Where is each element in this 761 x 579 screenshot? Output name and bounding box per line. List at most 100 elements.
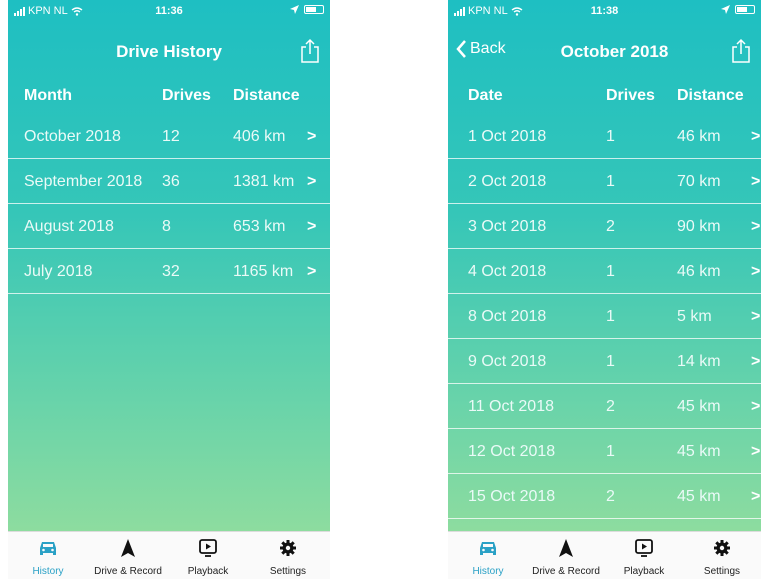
row-drives: 2 (606, 398, 615, 415)
row-distance: 70 km (677, 173, 721, 190)
row-month: October 2018 (24, 128, 121, 145)
location-icon (290, 5, 299, 14)
tab-history[interactable]: History (448, 532, 528, 579)
tab-label: Drive & Record (532, 566, 600, 577)
table-row[interactable]: 9 Oct 2018 1 14 km > (448, 340, 761, 384)
row-date: 4 Oct 2018 (468, 263, 547, 280)
status-right (290, 5, 324, 14)
row-distance: 45 km (677, 443, 721, 460)
row-drives: 8 (162, 218, 171, 235)
table-row[interactable]: 11 Oct 2018 2 45 km > (448, 385, 761, 429)
row-distance: 45 km (677, 398, 721, 415)
row-distance: 14 km (677, 353, 721, 370)
row-drives: 2 (606, 488, 615, 505)
row-month: July 2018 (24, 263, 93, 280)
table-row[interactable]: September 2018 36 1381 km > (8, 160, 330, 204)
table-row[interactable]: July 2018 32 1165 km > (8, 250, 330, 294)
tab-bar: History Drive & Record Playback Settings (448, 531, 761, 579)
chevron-right-icon: > (751, 263, 761, 280)
row-date: 9 Oct 2018 (468, 353, 547, 370)
tab-history[interactable]: History (8, 532, 88, 579)
row-drives: 1 (606, 443, 615, 460)
chevron-right-icon: > (751, 308, 761, 325)
row-month: August 2018 (24, 218, 114, 235)
row-drives: 1 (606, 308, 615, 325)
tab-drive-record[interactable]: Drive & Record (88, 532, 168, 579)
row-date: 8 Oct 2018 (468, 308, 547, 325)
column-header-distance: Distance (677, 87, 744, 104)
page-title: October 2018 (560, 42, 669, 61)
table-header: Date Drives Distance (448, 78, 761, 114)
tab-settings[interactable]: Settings (682, 532, 761, 579)
column-header-drives: Drives (162, 87, 211, 104)
table-row[interactable]: 15 Oct 2018 2 45 km > (448, 475, 761, 519)
chevron-right-icon: > (751, 443, 761, 460)
row-drives: 1 (606, 128, 615, 145)
status-time: 11:38 (590, 5, 619, 17)
gear-icon (280, 540, 296, 556)
drive-history-screen: KPN NL 11:36 Drive History Month Drives … (8, 0, 330, 579)
row-drives: 1 (606, 353, 615, 370)
tab-label: Playback (187, 566, 229, 577)
battery-icon (735, 5, 755, 14)
playback-icon (635, 539, 653, 557)
row-distance: 1381 km (233, 173, 295, 190)
battery-icon (304, 5, 324, 14)
navigation-arrow-icon (559, 539, 573, 557)
share-icon[interactable] (300, 38, 320, 64)
table-row[interactable]: 8 Oct 2018 1 5 km > (448, 295, 761, 339)
table-row[interactable]: 3 Oct 2018 2 90 km > (448, 205, 761, 249)
row-drives: 1 (606, 173, 615, 190)
row-drives: 12 (162, 128, 180, 145)
row-drives: 2 (606, 218, 615, 235)
table-header: Month Drives Distance (8, 78, 330, 114)
row-distance: 5 km (677, 308, 712, 325)
tab-playback[interactable]: Playback (604, 532, 684, 579)
table-row[interactable]: 12 Oct 2018 1 45 km > (448, 430, 761, 474)
row-date: 1 Oct 2018 (468, 128, 547, 145)
chevron-left-icon (456, 40, 466, 58)
row-drives: 36 (162, 173, 180, 190)
playback-icon (199, 539, 217, 557)
column-header-distance: Distance (233, 87, 300, 104)
chevron-right-icon: > (307, 263, 317, 280)
location-icon (721, 5, 730, 14)
column-header-date: Date (468, 87, 503, 104)
chevron-right-icon: > (751, 353, 761, 370)
status-bar: KPN NL 11:36 (8, 0, 330, 24)
table-row[interactable]: 2 Oct 2018 1 70 km > (448, 160, 761, 204)
page-title: Drive History (116, 42, 222, 61)
row-date: 2 Oct 2018 (468, 173, 547, 190)
row-month: September 2018 (24, 173, 143, 190)
status-bar: KPN NL 11:38 (448, 0, 761, 24)
row-drives: 1 (606, 263, 615, 280)
tab-playback[interactable]: Playback (168, 532, 248, 579)
tab-settings[interactable]: Settings (248, 532, 328, 579)
tab-drive-record[interactable]: Drive & Record (526, 532, 606, 579)
chevron-right-icon: > (751, 488, 761, 505)
row-drives: 32 (162, 263, 180, 280)
column-header-drives: Drives (606, 87, 655, 104)
chevron-right-icon: > (751, 173, 761, 190)
row-distance: 45 km (677, 488, 721, 505)
tab-bar: History Drive & Record Playback Settings (8, 531, 330, 579)
row-date: 11 Oct 2018 (468, 398, 554, 415)
chevron-right-icon: > (751, 218, 761, 235)
table-row[interactable]: 4 Oct 2018 1 46 km > (448, 250, 761, 294)
navigation-bar: Back October 2018 (448, 30, 761, 74)
chevron-right-icon: > (307, 218, 317, 235)
tab-label: History (32, 566, 64, 577)
tab-label: Settings (703, 566, 741, 577)
table-row[interactable]: 1 Oct 2018 1 46 km > (448, 115, 761, 159)
table-row[interactable]: October 2018 12 406 km > (8, 115, 330, 159)
gear-icon (714, 540, 730, 556)
row-date: 3 Oct 2018 (468, 218, 547, 235)
status-right (721, 5, 755, 14)
navigation-arrow-icon (121, 539, 135, 557)
status-time: 11:36 (155, 5, 183, 17)
chevron-right-icon: > (751, 128, 761, 145)
row-date: 15 Oct 2018 (468, 488, 556, 505)
table-row[interactable]: August 2018 8 653 km > (8, 205, 330, 249)
share-icon[interactable] (731, 38, 751, 64)
tab-label: History (472, 566, 504, 577)
